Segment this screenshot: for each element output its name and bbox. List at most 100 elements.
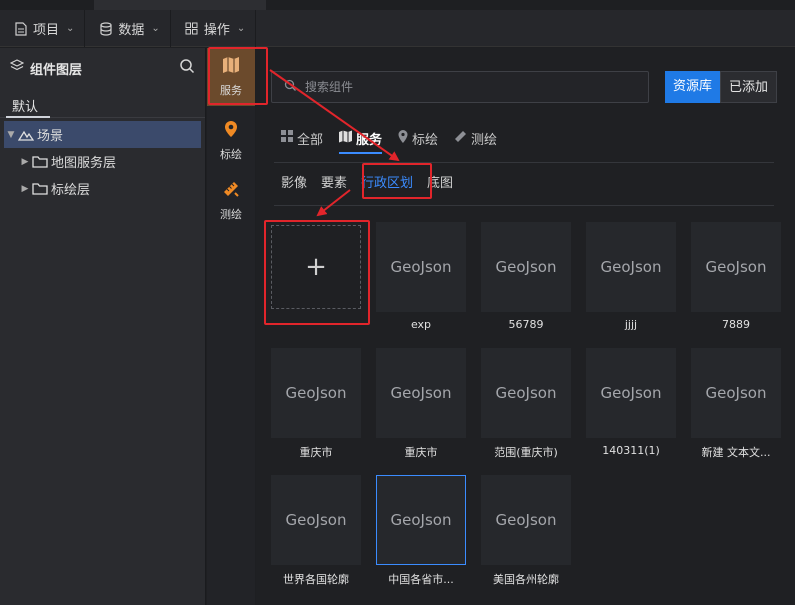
pin-icon <box>398 129 408 147</box>
tab-measure-label: 测绘 <box>471 132 498 148</box>
subcategory-tabs: 影像 要素 行政区划 底图 <box>281 172 453 196</box>
subtab-imagery[interactable]: 影像 <box>281 172 307 196</box>
menu-operation[interactable]: 操作 ⌄ <box>171 10 257 47</box>
card-name: 范围(重庆市) <box>494 446 558 459</box>
added-button[interactable]: 已添加 <box>720 71 778 103</box>
window-tab[interactable] <box>94 0 266 10</box>
chevron-down-icon: ⌄ <box>66 23 75 34</box>
chevron-down-icon: ⌄ <box>236 23 246 34</box>
menubar: 项目 ⌄ 数据 ⌄ 操作 ⌄ <box>0 10 795 47</box>
card-name: 美国各州轮廓 <box>493 573 559 586</box>
tool-column: 服务 标绘 测绘 <box>207 48 255 605</box>
card-name: 重庆市 <box>299 446 333 459</box>
menu-operation-label: 操作 <box>203 23 230 38</box>
layer-panel: 组件图层 默认 ▼ 场景 ▶ 地图服务层 ▶ 标绘层 <box>0 48 206 605</box>
folder-icon <box>32 182 48 196</box>
tab-plot-label: 标绘 <box>412 132 439 148</box>
card-thumbnail: GeoJson <box>271 348 361 438</box>
category-tabs: 全部 服务 标绘 测绘 <box>281 126 497 154</box>
subtab-feature[interactable]: 要素 <box>321 172 347 196</box>
menu-project-label: 项目 <box>33 23 60 38</box>
card-name: 7889 <box>722 318 750 331</box>
resource-card[interactable]: GeoJson 56789 <box>481 222 571 331</box>
resource-card[interactable]: GeoJson 140311(1) <box>586 348 676 457</box>
component-search <box>271 71 649 103</box>
caret-right-icon[interactable]: ▶ <box>18 184 32 194</box>
card-name: 中国各省市... <box>388 573 454 586</box>
card-name: 世界各国轮廓 <box>283 573 349 586</box>
resource-card[interactable]: GeoJson 重庆市 <box>376 348 466 460</box>
search-input[interactable] <box>305 80 625 94</box>
card-name: jjjj <box>624 318 638 331</box>
tool-service-label: 服务 <box>220 84 242 97</box>
caret-down-icon[interactable]: ▼ <box>4 130 18 140</box>
card-thumbnail: GeoJson <box>376 222 466 312</box>
tab-all[interactable]: 全部 <box>281 126 323 150</box>
tool-plot-label: 标绘 <box>220 148 242 161</box>
tab-all-label: 全部 <box>297 132 324 148</box>
card-thumbnail: GeoJson <box>481 348 571 438</box>
subtab-administrative[interactable]: 行政区划 <box>361 172 413 196</box>
divider <box>274 205 774 206</box>
tree-node-label: 标绘层 <box>51 183 91 198</box>
caret-right-icon[interactable]: ▶ <box>18 157 32 167</box>
resource-card[interactable]: GeoJson exp <box>376 222 466 331</box>
card-name: 新建 文本文... <box>701 446 771 459</box>
tree-node-label: 地图服务层 <box>51 156 117 171</box>
chevron-down-icon: ⌄ <box>151 23 160 34</box>
tree-node-plot-layer[interactable]: ▶ 标绘层 <box>0 175 205 202</box>
tool-measure[interactable]: 测绘 <box>207 172 255 230</box>
card-name: 140311(1) <box>602 444 660 457</box>
card-thumbnail: GeoJson <box>376 348 466 438</box>
resource-card[interactable]: GeoJson jjjj <box>586 222 676 331</box>
tab-plot[interactable]: 标绘 <box>398 126 438 150</box>
card-name: 重庆市 <box>404 446 438 459</box>
layer-tree: ▼ 场景 ▶ 地图服务层 ▶ 标绘层 <box>0 118 205 202</box>
layer-panel-title: 组件图层 <box>30 62 83 78</box>
subtab-basemap[interactable]: 底图 <box>427 172 453 196</box>
search-icon <box>284 79 297 96</box>
window-top-strip <box>0 0 795 10</box>
card-thumbnail: GeoJson <box>586 222 676 312</box>
card-thumbnail: GeoJson <box>271 475 361 565</box>
tab-measure[interactable]: 测绘 <box>454 126 497 150</box>
card-name: exp <box>410 318 432 331</box>
tab-default[interactable]: 默认 <box>12 96 38 115</box>
card-thumbnail: GeoJson <box>691 222 781 312</box>
folder-icon <box>32 155 48 169</box>
ruler-icon <box>222 180 240 201</box>
mountain-icon <box>18 128 34 142</box>
card-name: 56789 <box>508 318 544 331</box>
tab-service-label: 服务 <box>356 132 383 148</box>
menu-data-label: 数据 <box>118 23 145 38</box>
tool-plot[interactable]: 标绘 <box>207 112 255 170</box>
menu-data[interactable]: 数据 ⌄ <box>85 10 171 47</box>
database-icon <box>99 21 113 36</box>
resource-card[interactable]: GeoJson 新建 文本文... <box>691 348 781 460</box>
resource-card[interactable]: GeoJson 中国各省市... <box>376 475 466 587</box>
grid-icon <box>185 22 199 36</box>
resource-card[interactable]: GeoJson 美国各州轮廓 <box>481 475 571 587</box>
resource-card[interactable]: GeoJson 7889 <box>691 222 781 331</box>
tree-node-map-service-layer[interactable]: ▶ 地图服务层 <box>0 148 205 175</box>
search-icon[interactable] <box>179 58 195 78</box>
tree-node-scene[interactable]: ▼ 场景 <box>4 121 201 148</box>
tab-service[interactable]: 服务 <box>339 126 383 154</box>
resource-card[interactable]: GeoJson 重庆市 <box>271 348 361 460</box>
layer-panel-header: 组件图层 <box>0 48 205 88</box>
tree-node-label: 场景 <box>37 129 64 144</box>
resource-panel: 资源库 已添加 全部 服务 标绘 测绘 影像 要素 行政区划 底图 + GeoJ… <box>256 48 795 605</box>
map-icon <box>222 56 240 77</box>
add-resource-button[interactable]: + <box>271 225 361 309</box>
card-thumbnail: GeoJson <box>481 222 571 312</box>
resource-library-button[interactable]: 资源库 <box>665 71 721 103</box>
tool-measure-label: 测绘 <box>220 208 242 221</box>
resource-card[interactable]: GeoJson 世界各国轮廓 <box>271 475 361 587</box>
resource-card[interactable]: GeoJson 范围(重庆市) <box>481 348 571 460</box>
tool-service[interactable]: 服务 <box>207 48 255 106</box>
library-toggle: 资源库 已添加 <box>665 71 778 103</box>
map-icon <box>339 130 353 147</box>
card-thumbnail: GeoJson <box>481 475 571 565</box>
divider <box>274 162 774 163</box>
menu-project[interactable]: 项目 ⌄ <box>0 10 86 47</box>
